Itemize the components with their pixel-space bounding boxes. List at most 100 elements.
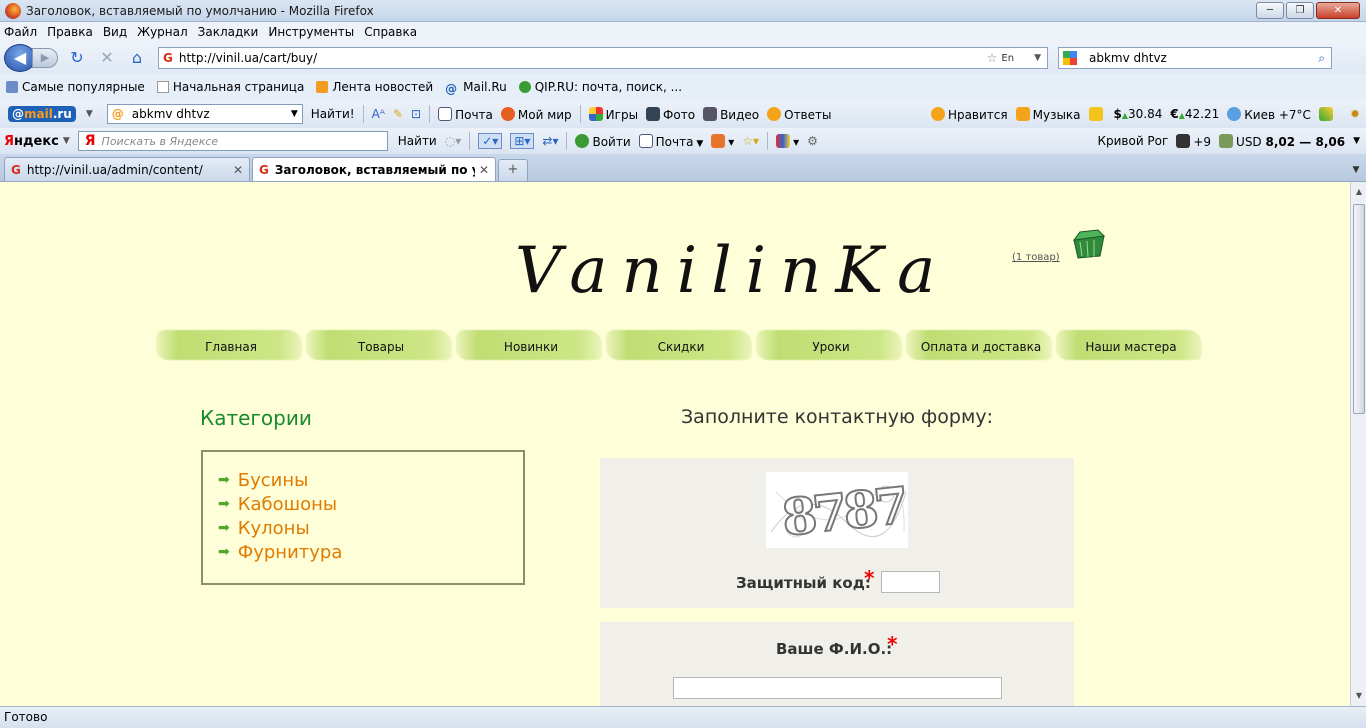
reload-button[interactable]: ↻ <box>66 47 88 69</box>
dictionary-icon[interactable]: ⇄▾ <box>542 134 558 148</box>
menu-file[interactable]: Файл <box>4 25 37 39</box>
usd-rate[interactable]: $▲30.84 <box>1114 107 1163 121</box>
cart-link[interactable]: (1 товар) <box>1012 252 1060 263</box>
yandex-find-button[interactable]: Найти <box>398 134 437 148</box>
settings-icon[interactable]: ⚙ <box>807 134 818 148</box>
mailru-search-input[interactable]: abkmv dhtvz <box>132 107 291 121</box>
gear-icon[interactable]: ✹ <box>1350 107 1360 121</box>
at-icon: @ <box>445 82 458 96</box>
bookmark-star-icon[interactable]: ☆ <box>987 51 998 65</box>
tab-cart-buy[interactable]: G Заголовок, вставляемый по умо... ✕ <box>252 157 496 181</box>
nav-products[interactable]: Товары <box>306 324 456 362</box>
map-icon[interactable] <box>1318 106 1336 122</box>
weather-widget[interactable]: Киев +7°C <box>1227 106 1311 122</box>
basket-icon[interactable] <box>1070 224 1108 262</box>
bookmark-qip[interactable]: QIP.RU: почта, поиск, ... <box>518 80 682 94</box>
site-logo[interactable]: VanilinKa <box>515 234 949 308</box>
url-text[interactable]: http://vinil.ua/cart/buy/ <box>179 51 987 65</box>
chevron-down-icon[interactable]: ▼ <box>1353 136 1360 146</box>
google-icon[interactable] <box>1063 51 1077 65</box>
yandex-mail-button[interactable]: Почта ▼ <box>638 133 703 149</box>
nav-discounts[interactable]: Скидки <box>606 324 756 362</box>
mailru-answers-link[interactable]: Ответы <box>767 106 831 122</box>
bookmark-start-page[interactable]: Начальная страница <box>156 80 304 94</box>
books-icon[interactable]: ▾ <box>776 133 799 149</box>
scroll-thumb[interactable] <box>1353 204 1365 414</box>
nav-home[interactable]: Главная <box>156 324 306 362</box>
chevron-down-icon[interactable]: ▼ <box>291 109 298 119</box>
search-input[interactable]: abkmv dhtvz <box>1089 51 1318 65</box>
yandex-currency[interactable]: USD 8,02 — 8,06 <box>1219 133 1345 149</box>
scroll-up-icon[interactable]: ▲ <box>1353 184 1365 200</box>
yandex-logo[interactable]: Яндекс <box>4 134 59 149</box>
mailru-video-link[interactable]: Видео <box>703 106 759 122</box>
bookmark-news-feed[interactable]: Лента новостей <box>316 80 433 94</box>
close-tab-icon[interactable]: ✕ <box>479 163 489 177</box>
category-beads[interactable]: ➡ Бусины <box>218 468 342 492</box>
bookmark-most-visited[interactable]: Самые популярные <box>6 80 145 94</box>
yandex-city[interactable]: Кривой Рог <box>1097 134 1168 148</box>
speech-bubble-icon[interactable]: ◌▾ <box>445 134 462 148</box>
menu-help[interactable]: Справка <box>364 25 417 39</box>
minimize-button[interactable]: ─ <box>1256 2 1284 19</box>
music-button[interactable]: Музыка <box>1015 106 1081 122</box>
nav-masters[interactable]: Наши мастера <box>1056 324 1206 362</box>
url-dropdown-icon[interactable]: ▼ <box>1034 53 1041 63</box>
yandex-search-box[interactable]: Я Поискать в Яндексе <box>77 131 388 151</box>
tab-admin-content[interactable]: G http://vinil.ua/admin/content/ ✕ <box>4 157 250 181</box>
url-bar[interactable]: G http://vinil.ua/cart/buy/ ☆ En ▼ <box>158 47 1048 69</box>
spellcheck-icon[interactable]: ✓▾ <box>478 133 503 149</box>
eur-rate[interactable]: €▲42.21 <box>1170 107 1219 121</box>
mailru-photo-link[interactable]: Фото <box>646 106 695 122</box>
category-pendants[interactable]: ➡ Кулоны <box>218 516 342 540</box>
menu-history[interactable]: Журнал <box>137 25 188 39</box>
music-icon <box>1015 106 1030 121</box>
forward-button[interactable]: ▶ <box>32 48 58 68</box>
mailru-mail-link[interactable]: Почта <box>438 106 493 122</box>
home-button[interactable]: ⌂ <box>126 47 148 69</box>
mailru-find-button[interactable]: Найти! <box>311 107 355 121</box>
bookmarks-toolbar: Самые популярные Начальная страница Лент… <box>0 74 1366 100</box>
chevron-down-icon: ▼ <box>1352 165 1360 175</box>
zoom-icon[interactable]: ⊡ <box>411 107 421 121</box>
menu-edit[interactable]: Правка <box>47 25 93 39</box>
highlighter-icon[interactable]: ✎ <box>393 107 403 121</box>
font-size-icon[interactable]: Aᴬ <box>372 107 385 121</box>
mailru-logo[interactable]: @mail.ru <box>8 106 76 122</box>
arrow-right-icon: ➡ <box>218 544 230 560</box>
mailru-dropdown-icon[interactable]: ▼ <box>86 109 93 119</box>
yandex-search-input[interactable]: Поискать в Яндексе <box>102 135 219 148</box>
nav-payment-delivery[interactable]: Оплата и доставка <box>906 324 1056 362</box>
star-icon[interactable]: ☆▾ <box>742 134 759 148</box>
mailru-search-select[interactable]: @ abkmv dhtvz ▼ <box>106 104 303 124</box>
stop-button[interactable]: ✕ <box>96 47 118 69</box>
captcha-input[interactable] <box>881 571 940 593</box>
menu-bookmarks[interactable]: Закладки <box>198 25 259 39</box>
category-findings[interactable]: ➡ Фурнитура <box>218 540 342 564</box>
magnifier-icon[interactable]: ⌕ <box>1318 51 1325 66</box>
menu-view[interactable]: Вид <box>103 25 127 39</box>
like-button[interactable]: Нравится <box>930 106 1008 122</box>
yandex-login-button[interactable]: Войти <box>575 133 631 149</box>
yandex-bar-icon[interactable]: ▾ <box>711 133 734 149</box>
close-window-button[interactable]: ✕ <box>1316 2 1360 19</box>
nav-lessons[interactable]: Уроки <box>756 324 906 362</box>
new-tab-button[interactable]: + <box>498 159 528 181</box>
search-box[interactable]: abkmv dhtvz ⌕ <box>1058 47 1332 69</box>
mail-counter-icon[interactable] <box>1088 106 1106 122</box>
vertical-scrollbar[interactable]: ▲ ▼ <box>1350 182 1366 706</box>
full-name-input[interactable] <box>673 677 1002 699</box>
nav-new[interactable]: Новинки <box>456 324 606 362</box>
bookmark-mailru[interactable]: @ Mail.Ru <box>445 80 507 96</box>
translate-icon[interactable]: ⊞▾ <box>510 133 535 149</box>
yandex-dropdown-icon[interactable]: ▼ <box>63 136 70 146</box>
tab-list-button[interactable]: ▼ <box>1348 159 1364 181</box>
mailru-games-link[interactable]: Игры <box>588 106 638 122</box>
scroll-down-icon[interactable]: ▼ <box>1353 688 1365 704</box>
mailru-myworld-link[interactable]: Мой мир <box>500 106 572 122</box>
close-tab-icon[interactable]: ✕ <box>233 163 243 177</box>
maximize-button[interactable]: ❐ <box>1286 2 1314 19</box>
menu-tools[interactable]: Инструменты <box>268 25 354 39</box>
yandex-weather[interactable]: +9 <box>1176 133 1211 149</box>
category-cabochons[interactable]: ➡ Кабошоны <box>218 492 342 516</box>
